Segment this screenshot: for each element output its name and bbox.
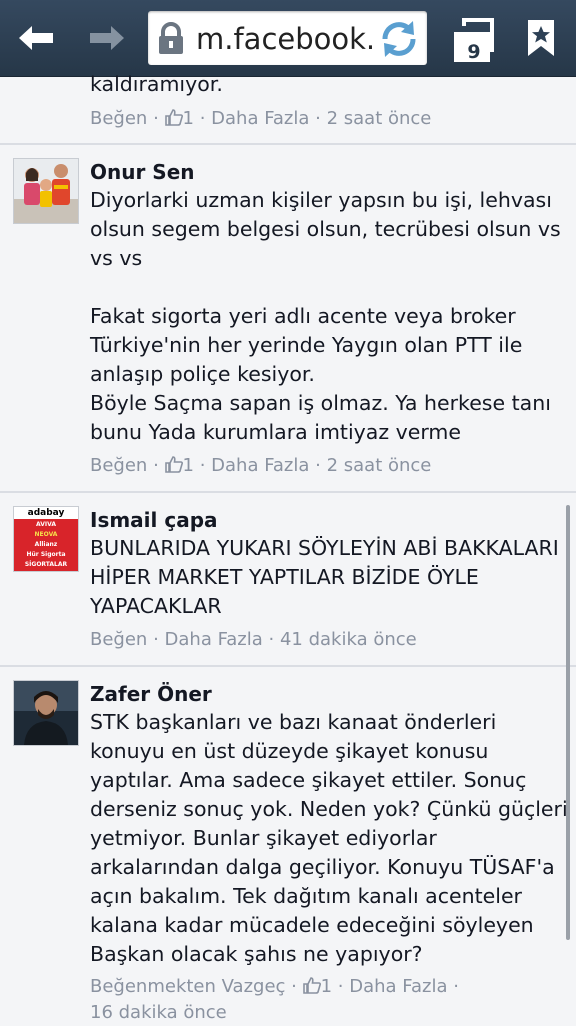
arrow-right-icon xyxy=(90,26,124,50)
thumbs-up-icon xyxy=(302,977,321,994)
like-link[interactable]: Beğen xyxy=(90,108,147,129)
address-bar[interactable]: m.facebook.c xyxy=(148,11,427,65)
avatar-logo-text: Allianz xyxy=(34,541,58,548)
family-photo-icon xyxy=(14,159,78,223)
more-link[interactable]: Daha Fazla xyxy=(211,455,309,476)
avatar-logo-text: AVIVA xyxy=(36,521,56,528)
timestamp: 16 dakika önce xyxy=(90,1002,227,1023)
bookmark-button[interactable] xyxy=(512,0,570,76)
timestamp: 2 saat önce xyxy=(326,455,432,476)
forward-button[interactable] xyxy=(72,0,142,76)
avatar-brand-text: adabay xyxy=(14,507,78,519)
like-count: 1 xyxy=(182,108,194,129)
comment-text: BUNLARIDA YUKARI SÖYLEYİN ABİ BAKKALARI … xyxy=(90,536,559,618)
comment-meta: Beğen · Daha Fazla · 41 dakika önce xyxy=(90,629,417,650)
avatar[interactable] xyxy=(13,158,79,224)
more-link[interactable]: Daha Fazla xyxy=(349,976,447,997)
author-name[interactable]: Ismail çapa xyxy=(90,506,218,534)
timestamp: 2 saat önce xyxy=(326,108,432,129)
lock-icon xyxy=(159,22,183,54)
comment-text: Diyorlarki uzman kişiler yapsın bu işi, … xyxy=(90,188,561,444)
divider xyxy=(0,665,576,667)
comment-meta: Beğen · 1 · Daha Fazla · 2 saat önce xyxy=(90,108,432,129)
like-link[interactable]: Beğen xyxy=(90,455,147,476)
reload-icon[interactable] xyxy=(377,17,421,61)
avatar[interactable]: adabay AVIVA NEOVA Allianz Hür Sigorta S… xyxy=(13,506,79,572)
avatar-logo-text: NEOVA xyxy=(34,531,58,538)
avatar-logo-text: SİGORTALAR xyxy=(24,561,68,568)
thumbs-up-icon xyxy=(164,109,183,126)
like-link[interactable]: Beğen xyxy=(90,629,147,650)
browser-toolbar: m.facebook.c 9 xyxy=(0,0,576,77)
like-count: 1 xyxy=(320,976,333,997)
scrollbar[interactable] xyxy=(566,505,570,940)
comment-text: kaldıramıyor. xyxy=(90,72,223,96)
thumbs-up-icon xyxy=(164,456,183,473)
comment-meta: Beğen · 1 · Daha Fazla · 2 saat önce xyxy=(90,455,432,476)
tab-count: 9 xyxy=(467,41,481,63)
tabs-button[interactable]: 9 xyxy=(440,0,504,76)
arrow-left-icon xyxy=(19,26,53,50)
like-count: 1 xyxy=(182,455,194,476)
divider xyxy=(0,491,576,493)
avatar[interactable] xyxy=(13,680,79,746)
back-button[interactable] xyxy=(0,0,72,76)
avatar-logo-text: Hür Sigorta xyxy=(26,551,66,558)
more-link[interactable]: Daha Fazla xyxy=(165,629,263,650)
divider xyxy=(0,143,576,145)
author-name[interactable]: Zafer Öner xyxy=(90,680,212,708)
comment-text: STK başkanları ve bazı kanaat önderleri … xyxy=(90,710,568,966)
bookmark-star-icon xyxy=(528,20,554,56)
more-link[interactable]: Daha Fazla xyxy=(211,108,309,129)
profile-photo-icon xyxy=(14,681,78,745)
url-text: m.facebook.c xyxy=(196,22,374,56)
comment-meta: Beğenmekten Vazgeç · 1 · Daha Fazla · 16… xyxy=(90,976,459,1023)
unlike-link[interactable]: Beğenmekten Vazgeç xyxy=(90,976,285,997)
timestamp: 41 dakika önce xyxy=(279,629,417,650)
author-name[interactable]: Onur Sen xyxy=(90,158,195,186)
